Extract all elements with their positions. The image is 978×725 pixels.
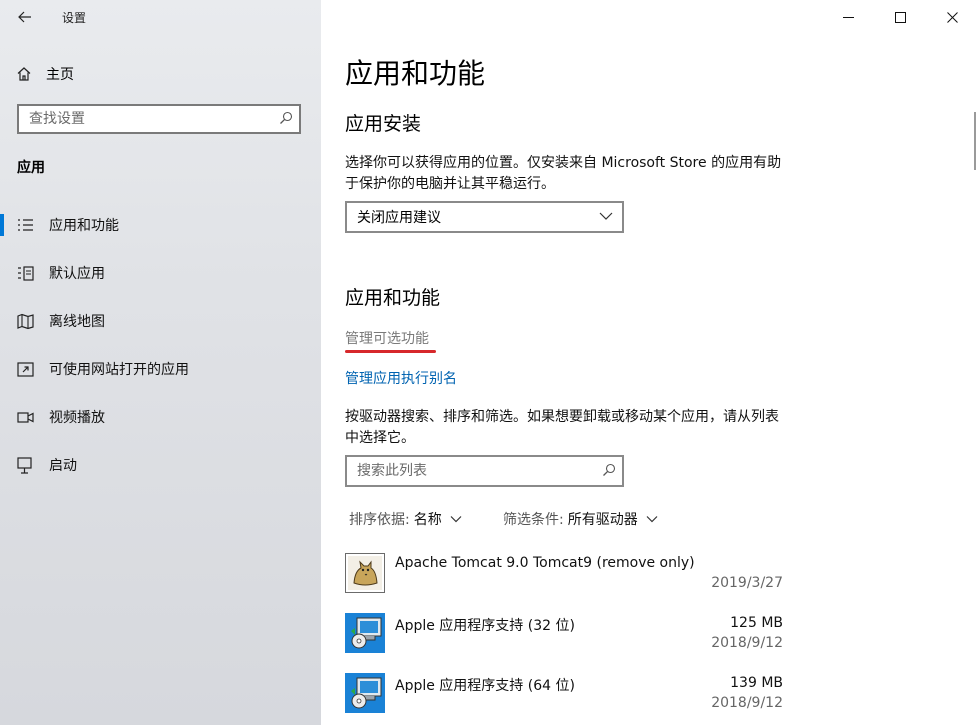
app-name: Apple 应用程序支持 (64 位)	[395, 678, 575, 694]
search-icon[interactable]	[279, 111, 293, 125]
back-arrow-icon	[18, 11, 31, 23]
maximize-button[interactable]	[874, 0, 926, 34]
highlight-underline	[345, 350, 436, 353]
chevron-down-icon	[646, 516, 658, 523]
sort-dropdown[interactable]: 排序依据: 名称	[349, 509, 462, 529]
settings-search-input[interactable]	[19, 106, 269, 132]
app-name: Apple 应用程序支持 (32 位)	[395, 618, 575, 634]
sort-value: 名称	[413, 512, 442, 528]
sidebar-item-label: 默认应用	[49, 266, 105, 282]
app-list-search-box[interactable]	[345, 455, 624, 487]
chevron-down-icon	[450, 516, 462, 523]
install-heading: 应用安装	[345, 113, 422, 135]
home-icon	[17, 67, 31, 81]
search-description: 按驱动器搜索、排序和筛选。如果想要卸载或移动某个应用，请从列表中选择它。	[345, 409, 779, 446]
app-install-date: 2019/3/27	[711, 575, 783, 591]
features-heading: 应用和功能	[345, 287, 441, 309]
back-button[interactable]	[12, 4, 38, 30]
installer-icon	[345, 613, 385, 653]
startup-icon	[17, 457, 32, 474]
app-install-date: 2018/9/12	[711, 695, 783, 711]
video-icon	[17, 412, 34, 423]
app-list-search-input[interactable]	[347, 457, 597, 485]
window-title: 设置	[62, 11, 87, 25]
manage-execution-alias-link[interactable]: 管理应用执行别名	[345, 368, 457, 388]
chevron-down-icon	[599, 212, 613, 220]
app-list-item[interactable]: Apple 应用程序支持 (32 位) 125 MB 2018/9/12	[345, 613, 785, 663]
app-size: 139 MB	[730, 675, 783, 691]
sidebar-item-apps-for-websites[interactable]: 可使用网站打开的应用	[0, 347, 321, 391]
window-controls	[822, 0, 978, 34]
main-content: 应用和功能 应用安装 选择你可以获得应用的位置。仅安装来自 Microsoft …	[321, 0, 978, 725]
sidebar-item-label: 启动	[49, 458, 77, 474]
sidebar: 设置 主页 应用 应用和功能 默认应用	[0, 0, 321, 725]
app-name: Apache Tomcat 9.0 Tomcat9 (remove only)	[395, 555, 695, 571]
app-install-dropdown[interactable]: 关闭应用建议	[345, 201, 624, 233]
sidebar-item-label: 离线地图	[49, 314, 105, 330]
manage-optional-features-link[interactable]: 管理可选功能	[345, 328, 429, 348]
app-list-item[interactable]: Apple 应用程序支持 (64 位) 139 MB 2018/9/12	[345, 673, 785, 723]
minimize-button[interactable]	[822, 0, 874, 34]
sidebar-item-label: 可使用网站打开的应用	[49, 362, 189, 378]
sidebar-section-title: 应用	[17, 160, 45, 176]
sidebar-item-default-apps[interactable]: 默认应用	[0, 251, 321, 295]
dropdown-value: 关闭应用建议	[357, 210, 441, 226]
settings-search-box[interactable]	[17, 104, 301, 134]
open-website-icon	[17, 362, 34, 377]
default-apps-icon	[18, 266, 34, 281]
search-icon[interactable]	[602, 463, 616, 477]
close-icon	[946, 11, 958, 23]
sidebar-item-offline-maps[interactable]: 离线地图	[0, 299, 321, 343]
maximize-icon	[894, 11, 906, 23]
filter-label: 筛选条件:	[503, 512, 564, 528]
install-description: 选择你可以获得应用的位置。仅安装来自 Microsoft Store 的应用有助…	[345, 155, 782, 192]
selected-indicator	[0, 214, 4, 236]
map-icon	[17, 313, 34, 330]
minimize-icon	[842, 16, 854, 18]
filter-dropdown[interactable]: 筛选条件: 所有驱动器	[503, 509, 658, 529]
tomcat-icon	[345, 553, 385, 593]
filter-value: 所有驱动器	[567, 512, 638, 528]
app-size: 125 MB	[730, 615, 783, 631]
sidebar-item-startup[interactable]: 启动	[0, 443, 321, 487]
scrollbar[interactable]	[974, 112, 976, 170]
sort-label: 排序依据:	[349, 512, 410, 528]
list-icon	[18, 219, 33, 231]
sidebar-item-label: 应用和功能	[49, 218, 119, 234]
sidebar-item-label: 视频播放	[49, 410, 105, 426]
home-nav-item[interactable]: 主页	[16, 62, 74, 86]
sidebar-item-video-playback[interactable]: 视频播放	[0, 395, 321, 439]
home-label: 主页	[46, 67, 74, 83]
app-list-item[interactable]: Apache Tomcat 9.0 Tomcat9 (remove only) …	[345, 553, 785, 603]
installer-icon	[345, 673, 385, 713]
page-title: 应用和功能	[345, 57, 486, 90]
sidebar-item-apps-features[interactable]: 应用和功能	[0, 203, 321, 247]
app-install-date: 2018/9/12	[711, 635, 783, 651]
close-button[interactable]	[926, 0, 978, 34]
